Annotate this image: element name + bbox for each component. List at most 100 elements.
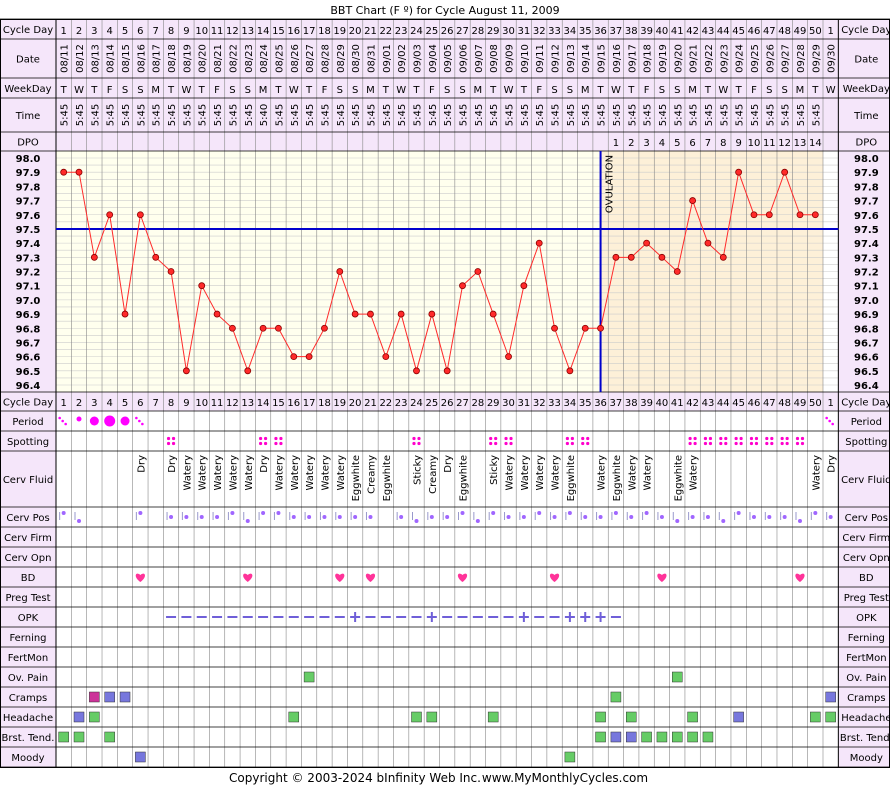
cycle-day-cell: 33 xyxy=(548,398,561,409)
temperature-point xyxy=(443,367,451,375)
cycle-day-cell: 43 xyxy=(702,26,715,37)
cycle-day-cell: 14 xyxy=(257,26,270,37)
cycle-day-cell: 5 xyxy=(122,398,128,409)
time-cell: 5:45 xyxy=(443,104,454,126)
cycle-day-cell: 48 xyxy=(778,398,791,409)
cerv-fluid-cell: Watery xyxy=(535,455,546,491)
time-cell: 5:45 xyxy=(106,104,117,126)
date-cell: 08/29 xyxy=(336,44,347,73)
spotting-mark xyxy=(417,441,421,446)
row-label-left: Cerv Pos xyxy=(6,513,49,524)
time-cell: 5:45 xyxy=(811,104,822,126)
date-cell: 09/29 xyxy=(811,44,822,73)
cycle-day-cell: 13 xyxy=(241,26,254,37)
date-cell: 08/31 xyxy=(366,44,377,73)
weekday-cell: T xyxy=(627,85,635,96)
date-cell: 09/06 xyxy=(459,44,470,73)
cerv-pos-mark xyxy=(199,515,204,519)
cerv-fluid-cell: Eggwhite xyxy=(459,455,470,501)
cycle-day-cell: 12 xyxy=(226,398,239,409)
temperature-point xyxy=(305,353,313,361)
row-label-right: Cycle Day xyxy=(841,398,890,409)
time-cell: 5:45 xyxy=(428,104,439,126)
row-label-right: Period xyxy=(851,417,882,428)
date-cell: 09/21 xyxy=(689,44,700,73)
headache-mark xyxy=(89,711,100,723)
chart-title: BBT Chart (F º) for Cycle August 11, 200… xyxy=(330,4,559,17)
row-label-left: Preg Test xyxy=(5,593,50,604)
cycle-day-cell: 1 xyxy=(827,398,833,409)
temp-tick-label-left: 96.8 xyxy=(16,324,41,335)
row-label-left: Cramps xyxy=(9,693,48,704)
cerv-fluid-cell: Dry xyxy=(259,455,270,473)
spotting-mark xyxy=(693,441,697,446)
row-label-left: Cycle Day xyxy=(3,398,53,409)
spotting-mark xyxy=(765,436,769,441)
temperature-point xyxy=(520,282,528,290)
cerv-pos-mark xyxy=(491,511,496,515)
time-cell: 5:45 xyxy=(90,104,101,126)
cerv-fluid-cell: Watery xyxy=(336,455,347,491)
weekday-cell: F xyxy=(536,85,542,96)
time-cell: 5:45 xyxy=(474,104,485,126)
cycle-day-cell: 34 xyxy=(564,26,577,37)
cycle-day-cell: 26 xyxy=(441,26,454,37)
weekday-cell: T xyxy=(811,85,819,96)
cycle-day-cell: 28 xyxy=(471,398,484,409)
cerv-pos-mark xyxy=(414,519,419,523)
temperature-point xyxy=(275,324,282,332)
weekday-cell: M xyxy=(581,85,590,96)
spotting-mark xyxy=(274,436,278,441)
cycle-day-cell: 42 xyxy=(686,26,699,37)
row-label-left: Brst. Tend. xyxy=(2,733,55,744)
weekday-cell: S xyxy=(551,85,557,96)
cycle-day-cell: 40 xyxy=(656,26,669,37)
temp-tick-label-left: 96.4 xyxy=(16,381,41,392)
headache-mark xyxy=(626,711,637,723)
spotting-mark xyxy=(785,441,789,446)
weekday-cell: S xyxy=(659,85,665,96)
time-cell: 5:45 xyxy=(305,104,316,126)
time-cell: 5:45 xyxy=(152,104,163,126)
weekday-cell: F xyxy=(429,85,435,96)
spotting-mark xyxy=(795,441,800,446)
weekday-cell: W xyxy=(826,85,836,96)
cerv-fluid-cell: Watery xyxy=(213,455,224,491)
row-label-left: Cerv Opn xyxy=(5,553,52,564)
temp-tick-label-right: 97.2 xyxy=(854,268,879,279)
dpo-cell: 8 xyxy=(720,138,726,149)
temp-tick-label-left: 97.4 xyxy=(16,239,41,250)
temp-tick-label-right: 97.1 xyxy=(854,282,879,293)
headache-mark xyxy=(687,711,698,723)
row-label-left: Cycle Day xyxy=(3,25,53,36)
spotting-mark xyxy=(586,441,590,446)
breast-tenderness-mark xyxy=(104,731,115,743)
cycle-day-cell: 47 xyxy=(763,26,776,37)
cycle-day-cell: 11 xyxy=(211,398,224,409)
time-cell: 5:45 xyxy=(412,104,423,126)
time-cell: 5:45 xyxy=(290,104,301,126)
row-label-right: Headache xyxy=(841,713,890,724)
site-url-text: www.MyMonthlyCycles.com xyxy=(482,771,648,785)
cerv-pos-mark xyxy=(813,511,818,515)
time-cell: 5:45 xyxy=(597,104,608,126)
temp-tick-label-right: 96.8 xyxy=(854,324,879,335)
breast-tenderness-mark xyxy=(656,731,668,743)
cycle-day-cell: 19 xyxy=(333,26,346,37)
temp-tick-label-right: 97.5 xyxy=(854,225,879,236)
time-cell: 5:45 xyxy=(182,104,193,126)
cycle-day-cell: 50 xyxy=(809,398,822,409)
headache-mark xyxy=(733,711,744,723)
temperature-point xyxy=(673,268,681,275)
time-cell: 5:45 xyxy=(612,104,623,126)
weekday-cell: F xyxy=(751,85,757,96)
cerv-fluid-cell: Watery xyxy=(505,455,516,491)
time-cell: 5:45 xyxy=(535,104,546,126)
temperature-point xyxy=(704,239,712,247)
cerv-pos-mark xyxy=(353,515,358,519)
time-cell: 5:45 xyxy=(719,104,730,126)
cramps-mark xyxy=(610,691,622,703)
weekday-cell: M xyxy=(366,85,375,96)
temp-tick-label-left: 97.0 xyxy=(16,296,41,307)
cerv-pos-mark xyxy=(629,515,634,519)
